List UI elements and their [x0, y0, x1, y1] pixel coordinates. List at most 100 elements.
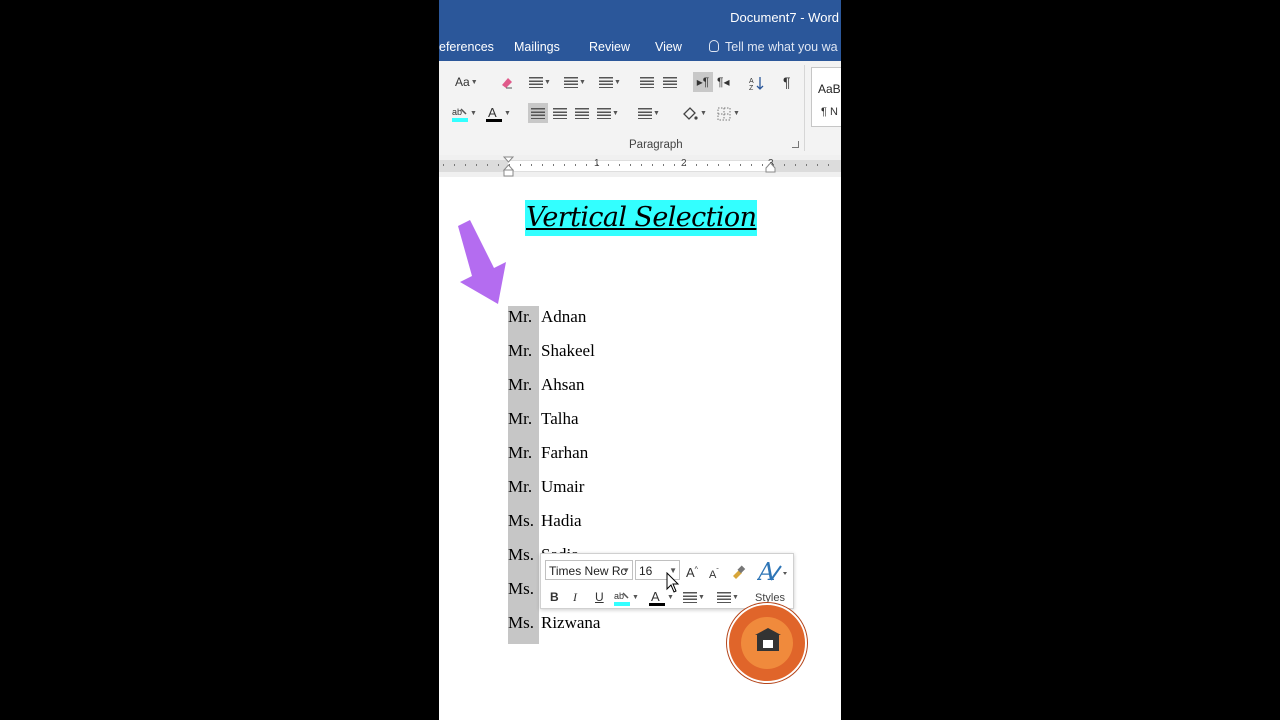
ruler-tick [586, 164, 587, 166]
styles-gallery[interactable]: AaB ¶ N [811, 67, 841, 127]
underline-button[interactable]: U [595, 588, 604, 606]
ruler-tick [762, 164, 763, 166]
window-title: Document7 - Word [730, 10, 839, 25]
align-right-button[interactable] [575, 103, 589, 123]
italic-button[interactable]: I [573, 588, 577, 606]
tab-mailings[interactable]: Mailings [514, 40, 560, 54]
font-name-box[interactable]: Times New Rc ▼ [545, 560, 633, 580]
format-painter-button[interactable] [730, 562, 746, 580]
font-color-icon: A [649, 589, 665, 606]
name-text: Ahsan [541, 375, 585, 394]
style-normal-label: ¶ N [821, 106, 838, 118]
list-item[interactable]: Ms. Rizwana [508, 613, 600, 633]
list-item[interactable]: Mr. Shakeel [508, 341, 595, 361]
name-text: Shakeel [541, 341, 595, 360]
eraser-icon [502, 77, 512, 89]
list-item[interactable]: Mr. Umair [508, 477, 584, 497]
ruler-tick [696, 164, 697, 166]
ruler-tick [817, 164, 818, 166]
sort-icon: AZ [749, 76, 764, 92]
ruler-tick [443, 164, 444, 166]
list-item[interactable]: Mr. Farhan [508, 443, 588, 463]
styles-button[interactable]: A [756, 558, 789, 591]
name-text: Adnan [541, 307, 587, 326]
align-center-button[interactable] [553, 103, 567, 123]
sort-button[interactable]: AZ [749, 72, 765, 92]
ruler-tick [498, 164, 499, 166]
name-title: Mr. [508, 409, 533, 428]
list-item[interactable]: Ms. Hadia [508, 511, 582, 531]
ruler-tick [454, 164, 455, 166]
svg-text:ab: ab [452, 107, 462, 117]
ruler-tick [828, 164, 829, 166]
list-item[interactable]: Mr. Talha [508, 409, 579, 429]
ruler-left-margin [439, 160, 508, 172]
mini-highlight-button[interactable]: ab ▼ [613, 588, 639, 607]
list-item[interactable]: Ms. [508, 579, 541, 599]
line-spacing-icon [638, 108, 652, 120]
ruler-tick [564, 164, 565, 166]
ruler-tick [641, 164, 642, 166]
indent-marker-icon[interactable] [503, 156, 514, 178]
borders-button[interactable]: ▼ [716, 103, 740, 123]
horizontal-ruler[interactable]: 1 2 3 [439, 155, 841, 177]
tab-view[interactable]: View [655, 40, 682, 54]
paragraph-dialog-launcher-icon[interactable] [792, 141, 799, 148]
line-spacing-button[interactable]: ▼ [638, 103, 660, 123]
title-bar: Document7 - Word [439, 0, 841, 36]
tab-references[interactable]: eferences [439, 40, 494, 54]
rtl-direction-button[interactable]: ¶◂ [717, 72, 729, 92]
logo-graphic-icon [755, 628, 781, 651]
ruler-tick [663, 164, 664, 166]
tab-review[interactable]: Review [589, 40, 630, 54]
highlighter-icon: ab [452, 107, 468, 122]
ruler-tick [619, 164, 620, 166]
shrink-font-button[interactable]: Aˇ [709, 563, 719, 584]
increase-indent-button[interactable] [663, 72, 677, 92]
ruler-tick [531, 164, 532, 166]
font-color-button[interactable]: A ▼ [485, 103, 511, 123]
justify-button[interactable]: ▼ [597, 103, 619, 123]
align-center-icon [553, 108, 567, 120]
ribbon-tabs: eferences Mailings Review View Tell me w… [439, 36, 841, 61]
shading-button[interactable]: ▼ [681, 103, 707, 123]
bullets-button[interactable]: ▼ [529, 72, 551, 92]
clear-formatting-button[interactable] [499, 72, 515, 92]
tell-me-search[interactable]: Tell me what you wa [709, 40, 838, 54]
numbering-button[interactable]: ▼ [564, 72, 586, 92]
bold-button[interactable]: B [550, 588, 559, 606]
numbering-icon [717, 592, 731, 604]
ruler-tick [575, 164, 576, 166]
ruler-tick [487, 164, 488, 166]
svg-text:ab: ab [614, 591, 624, 601]
text-highlight-button[interactable]: ab ▼ [451, 103, 477, 123]
font-name-value: Times New Rc [549, 564, 627, 578]
grow-font-button[interactable]: A^ [686, 562, 698, 582]
show-formatting-button[interactable]: ¶ [783, 72, 791, 92]
decrease-indent-icon [640, 77, 654, 89]
tell-me-text: Tell me what you wa [725, 40, 838, 54]
svg-text:A: A [749, 78, 754, 85]
right-indent-marker-icon[interactable] [765, 162, 776, 174]
align-right-icon [575, 108, 589, 120]
decrease-indent-button[interactable] [640, 72, 654, 92]
bullets-icon [529, 77, 543, 89]
change-case-button[interactable]: Aa▼ [455, 72, 478, 92]
font-size-value: 16 [639, 564, 653, 578]
font-color-icon: A [486, 105, 502, 122]
align-left-button[interactable] [528, 103, 548, 123]
list-item[interactable]: Mr. Ahsan [508, 375, 584, 395]
name-title: Mr. [508, 477, 533, 496]
name-title: Mr. [508, 341, 533, 360]
borders-icon [717, 107, 731, 121]
justify-icon [597, 108, 611, 120]
mini-numbering-button[interactable]: ▼ [717, 588, 739, 607]
multilevel-list-button[interactable]: ▼ [599, 72, 621, 92]
ruler-tick [784, 164, 785, 166]
svg-text:A: A [488, 105, 497, 120]
ltr-direction-button[interactable]: ▸¶ [693, 72, 713, 92]
name-title: Mr. [508, 307, 533, 326]
ruler-tick [465, 164, 466, 166]
list-item[interactable]: Mr. Adnan [508, 307, 586, 327]
mini-bullets-button[interactable]: ▼ [683, 588, 705, 607]
